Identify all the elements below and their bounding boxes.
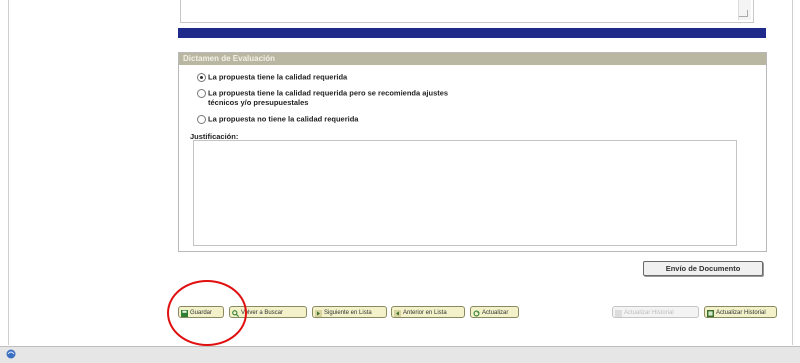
option-calidad-requerida[interactable]: La propuesta tiene la calidad requerida: [197, 72, 347, 82]
history-icon: [615, 309, 622, 317]
disabled-label: Actualizar Historial: [624, 310, 674, 316]
actualizar-button[interactable]: Actualizar: [470, 306, 519, 318]
disabled-button: Actualizar Historial: [612, 306, 699, 318]
left-border: [8, 0, 9, 345]
textarea-scrollbar[interactable]: [738, 0, 751, 20]
option-label: La propuesta tiene la calidad requerida: [208, 72, 348, 82]
dictamen-panel: Dictamen de Evaluación La propuesta tien…: [178, 52, 767, 252]
option-calidad-con-ajustes[interactable]: La propuesta tiene la calidad requerida …: [197, 88, 448, 107]
previous-icon: [394, 309, 401, 317]
previous-textarea[interactable]: [180, 0, 754, 23]
highlight-circle: [167, 280, 247, 346]
next-icon: [315, 309, 322, 317]
radio-button[interactable]: [197, 72, 206, 82]
siguiente-label: Siguiente en Lista: [324, 310, 372, 316]
volver-label: Volver a Buscar: [241, 310, 284, 316]
panel-title: Dictamen de Evaluación: [179, 53, 766, 65]
radio-button[interactable]: [197, 88, 206, 98]
option-label-continued: técnicos y/o presupuestales: [208, 97, 309, 107]
refresh-icon: [473, 310, 480, 316]
actualizar-label: Actualizar: [482, 310, 509, 316]
siguiente-lista-button[interactable]: Siguiente en Lista: [312, 306, 387, 318]
justificacion-textarea[interactable]: [193, 140, 737, 246]
resize-grip-icon[interactable]: [739, 10, 748, 17]
section-divider-bar: [178, 28, 766, 38]
history-icon: [707, 309, 714, 317]
anterior-lista-button[interactable]: Anterior en Lista: [391, 306, 465, 318]
envio-documento-button[interactable]: Envío de Documento: [643, 261, 763, 276]
option-sin-calidad[interactable]: La propuesta no tiene la calidad requeri…: [197, 114, 358, 124]
historial-label: Actualizar Historial: [716, 310, 766, 316]
radio-button[interactable]: [197, 114, 206, 124]
option-label: La propuesta tiene la calidad requerida …: [208, 88, 449, 98]
browser-status-icon: [6, 349, 16, 359]
right-border: [792, 0, 793, 345]
anterior-label: Anterior en Lista: [403, 310, 447, 316]
browser-status-bar: [0, 346, 800, 363]
option-label: La propuesta no tiene la calidad requeri…: [208, 114, 359, 124]
actualizar-historial-button[interactable]: Actualizar Historial: [704, 306, 777, 318]
